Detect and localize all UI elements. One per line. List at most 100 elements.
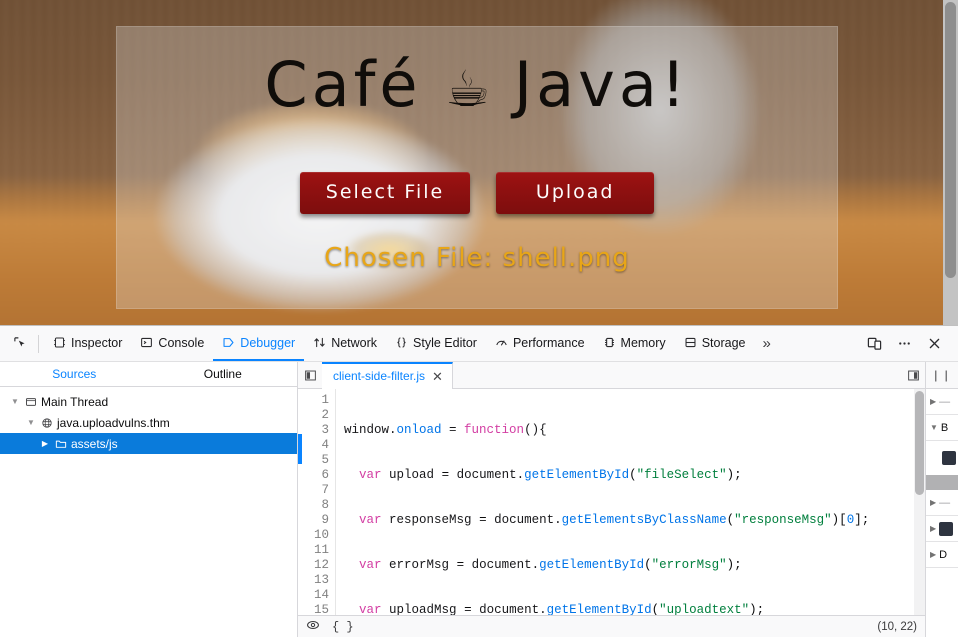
- code-line: var responseMsg = document.getElementsBy…: [359, 513, 870, 527]
- chevron-right-icon[interactable]: ▶: [930, 397, 936, 406]
- devtools-toolbar-right: [860, 331, 952, 357]
- chevron-right-icon[interactable]: ▶: [930, 498, 936, 507]
- line-number: 6: [321, 468, 329, 482]
- code-line: var uploadMsg = document.getElementById(…: [359, 603, 765, 615]
- dbg-section-breakpoints[interactable]: ▼ B: [926, 415, 958, 441]
- pause-resume-icon[interactable]: | |: [926, 362, 958, 389]
- dbg-section-collapsed-1[interactable]: ▶ —: [926, 389, 958, 415]
- collapse-pane-right-icon[interactable]: [901, 362, 925, 388]
- toolbar-divider: [38, 334, 39, 353]
- line-number-gutter: 1 2 3 4 5 6 7 8 9 10 11 12 13 14 15: [302, 389, 336, 615]
- tree-item-assets-js[interactable]: ▶ assets/js: [0, 433, 297, 454]
- line-number: 4: [321, 438, 329, 452]
- style-editor-icon: [397, 337, 406, 348]
- tab-console[interactable]: Console: [131, 326, 213, 361]
- storage-icon: [685, 337, 696, 348]
- tree-item-host[interactable]: ▼ java.uploadvulns.thm: [0, 412, 297, 433]
- line-number: 13: [313, 573, 329, 587]
- chevron-down-icon[interactable]: ▼: [930, 423, 938, 432]
- network-icon: [314, 337, 325, 348]
- sources-tree: ▼ Main Thread ▼ java.uploadvulns.thm ▶ a…: [0, 387, 297, 637]
- tab-console-label: Console: [158, 335, 205, 350]
- console-icon: [141, 337, 153, 348]
- tab-storage[interactable]: Storage: [675, 326, 755, 361]
- file-tab-client-side-filter[interactable]: client-side-filter.js ✕: [322, 361, 453, 389]
- cursor-position: (10, 22): [877, 620, 917, 633]
- tab-memory[interactable]: Memory: [594, 326, 675, 361]
- devtools-toolbar: Inspector Console Debugger Network Style…: [0, 326, 958, 362]
- watch-eye-icon[interactable]: [306, 618, 320, 635]
- line-number: 10: [313, 528, 329, 542]
- pretty-print-button[interactable]: { }: [332, 620, 354, 634]
- close-icon[interactable]: [920, 331, 948, 357]
- dbg-breakpoint-entry[interactable]: [926, 441, 958, 475]
- line-number: 7: [321, 483, 329, 497]
- line-number: 15: [313, 603, 329, 615]
- editor-scrollbar-thumb[interactable]: [915, 391, 924, 495]
- subtab-outline[interactable]: Outline: [149, 362, 298, 386]
- folder-icon: [52, 438, 69, 450]
- file-tab-label: client-side-filter.js: [333, 369, 426, 383]
- collapse-pane-left-icon[interactable]: [298, 362, 322, 388]
- tab-style-editor-label: Style Editor: [413, 335, 477, 350]
- dbg-section-collapsed-3[interactable]: ▶: [926, 516, 958, 542]
- page-scrollbar-thumb[interactable]: [945, 2, 956, 278]
- chevron-right-icon[interactable]: ▶: [930, 524, 936, 533]
- line-number: 2: [321, 408, 329, 422]
- tab-debugger-label: Debugger: [240, 335, 296, 350]
- chevron-right-icon[interactable]: ▶: [38, 439, 52, 448]
- coffee-cup-icon: ☕: [445, 60, 491, 118]
- tree-item-main-thread[interactable]: ▼ Main Thread: [0, 391, 297, 412]
- tab-network[interactable]: Network: [304, 326, 386, 361]
- dbg-section-collapsed-4[interactable]: ▶ D: [926, 542, 958, 568]
- subtab-sources[interactable]: Sources: [0, 362, 149, 386]
- sources-subtabs: Sources Outline: [0, 362, 297, 387]
- tab-style-editor[interactable]: Style Editor: [386, 326, 486, 361]
- line-number: 1: [321, 393, 329, 407]
- tab-memory-label: Memory: [620, 335, 666, 350]
- more-options-icon[interactable]: [890, 331, 918, 357]
- editor-tabbar-right: [901, 362, 925, 388]
- line-number: 14: [313, 588, 329, 602]
- line-number: 9: [321, 513, 329, 527]
- tab-performance-label: Performance: [512, 335, 585, 350]
- chevron-down-icon[interactable]: ▼: [8, 397, 22, 406]
- code-editor[interactable]: 1 2 3 4 5 6 7 8 9 10 11 12 13 14 15 wind…: [298, 389, 925, 615]
- code-text[interactable]: window.onload = function(){ var upload =…: [336, 389, 925, 615]
- dbg-section-collapsed-2[interactable]: ▶ —: [926, 490, 958, 516]
- chevron-double-right-icon[interactable]: »: [754, 326, 778, 361]
- chevron-right-icon[interactable]: ▶: [930, 550, 936, 559]
- dbg-section-glyph: —: [939, 395, 951, 408]
- debugger-icon: [223, 338, 234, 347]
- debugger-sidebar: | | ▶ — ▼ B ▶ — ▶ ▶ D: [925, 362, 958, 637]
- tab-inspector[interactable]: Inspector: [44, 326, 131, 361]
- page-button-row: Select File Upload: [116, 172, 838, 214]
- select-file-button[interactable]: Select File: [299, 172, 471, 214]
- page-title-text-right: Java!: [513, 48, 690, 121]
- page-title-text-left: Café: [264, 48, 422, 121]
- dbg-section-glyph: —: [939, 496, 951, 509]
- code-line: var errorMsg = document.getElementById("…: [359, 558, 742, 572]
- chevron-down-icon[interactable]: ▼: [24, 418, 38, 427]
- tree-item-host-label: java.uploadvulns.thm: [57, 415, 170, 430]
- tree-item-main-thread-label: Main Thread: [41, 394, 109, 409]
- element-picker-icon[interactable]: [6, 331, 36, 357]
- close-tab-icon[interactable]: ✕: [432, 370, 443, 383]
- inspector-icon: [54, 337, 65, 348]
- upload-button[interactable]: Upload: [496, 172, 655, 214]
- performance-icon: [496, 340, 507, 346]
- page-vertical-scrollbar[interactable]: [943, 0, 958, 325]
- breakpoint-strip[interactable]: [298, 389, 302, 615]
- dbg-entry-swatch: [942, 451, 956, 465]
- page-title: Café ☕ Java!: [116, 54, 838, 116]
- tab-debugger[interactable]: Debugger: [213, 326, 305, 361]
- browser-page-viewport: Café ☕ Java! Select File Upload Chosen F…: [0, 0, 958, 325]
- tab-performance[interactable]: Performance: [486, 326, 594, 361]
- line-number: 3: [321, 423, 329, 437]
- editor-vertical-scrollbar[interactable]: [914, 389, 925, 615]
- editor-tabbar: client-side-filter.js ✕: [298, 361, 925, 389]
- code-line: var upload = document.getElementById("fi…: [359, 468, 742, 482]
- dbg-section-glyph: D: [939, 548, 948, 561]
- responsive-design-mode-icon[interactable]: [860, 331, 888, 357]
- breakpoint-marker[interactable]: [298, 434, 302, 464]
